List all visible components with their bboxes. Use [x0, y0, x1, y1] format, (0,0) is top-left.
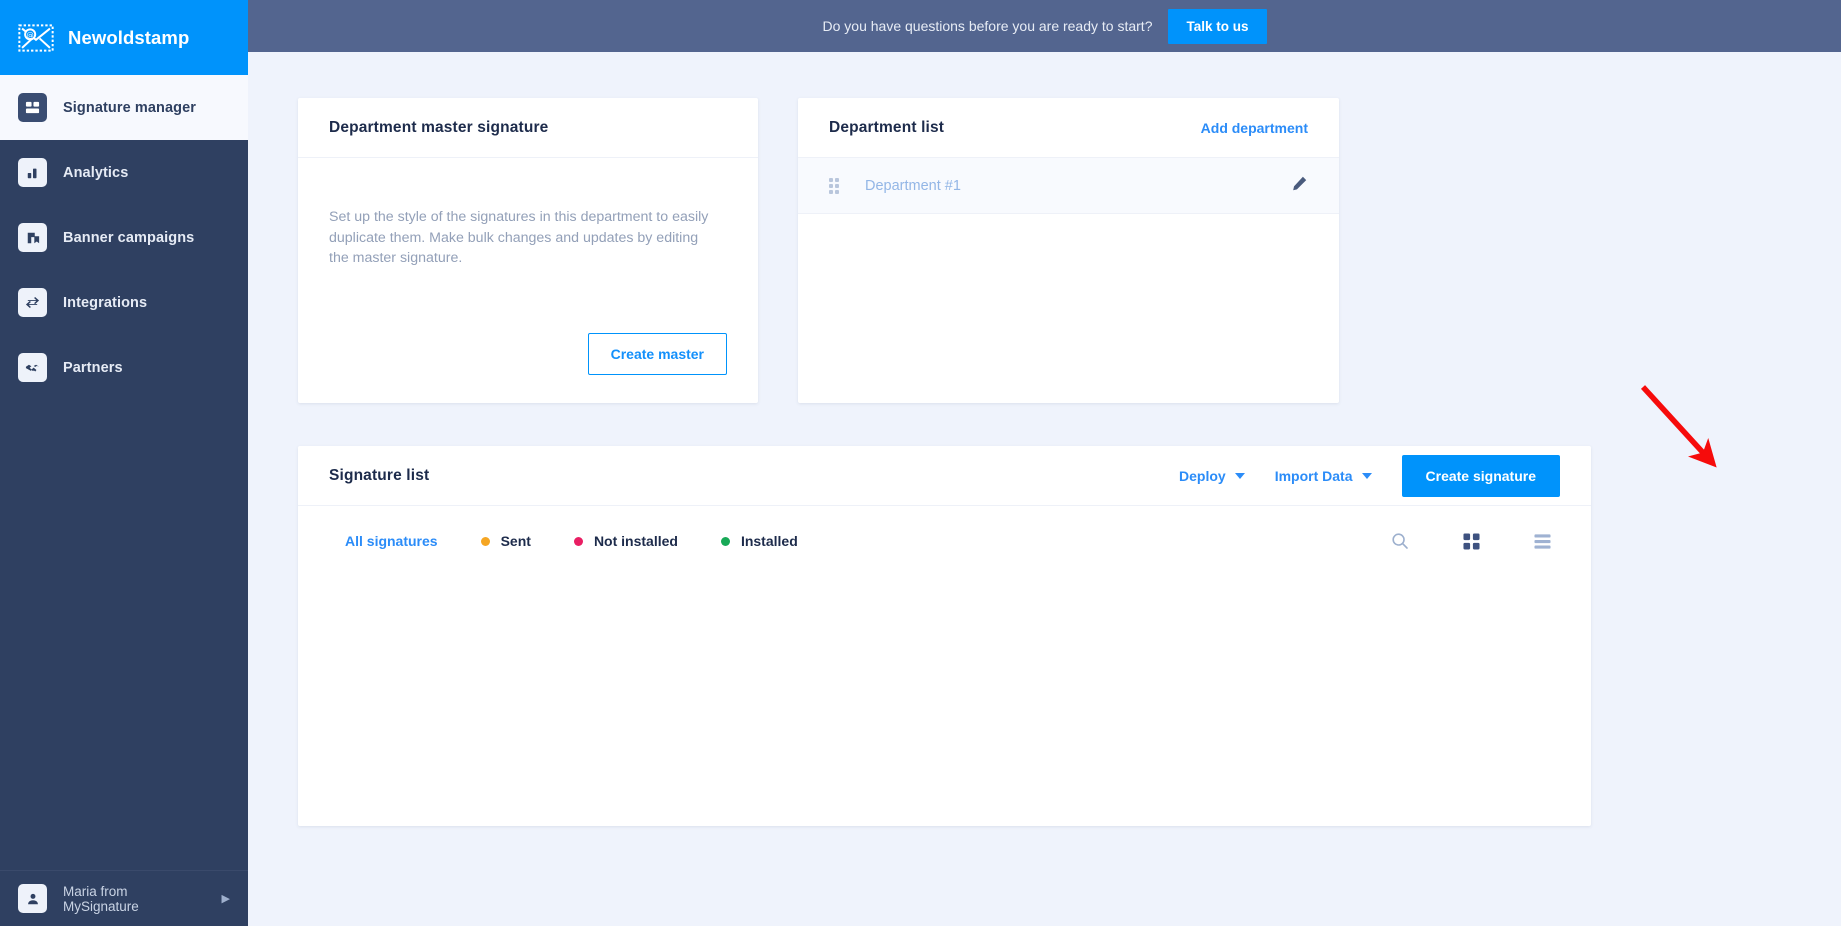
filter-label: Sent — [500, 533, 531, 549]
user-avatar-icon — [18, 884, 47, 913]
filter-not-installed[interactable]: Not installed — [573, 533, 678, 549]
filter-sent[interactable]: Sent — [480, 533, 531, 549]
filter-group: All signatures Sent Not installed Instal… — [345, 533, 798, 549]
department-name[interactable]: Department #1 — [865, 178, 1291, 194]
search-icon[interactable] — [1391, 532, 1409, 550]
svg-text:@: @ — [27, 30, 34, 39]
create-master-button[interactable]: Create master — [587, 333, 727, 375]
app-root: @ Newoldstamp Signature manager Analytic… — [0, 0, 1841, 926]
sidebar-item-label: Partners — [63, 359, 123, 376]
card-header: Department master signature — [298, 98, 758, 158]
filter-all-signatures[interactable]: All signatures — [345, 533, 438, 549]
signature-list-header: Signature list Deploy Import Data Create… — [298, 446, 1591, 506]
filter-label: Installed — [740, 533, 798, 549]
add-department-link[interactable]: Add department — [1201, 120, 1308, 136]
import-data-label: Import Data — [1274, 467, 1353, 484]
create-master-wrap: Create master — [587, 333, 727, 375]
signature-filters-row: All signatures Sent Not installed Instal… — [298, 506, 1591, 576]
main-content: Department master signature Set up the s… — [248, 52, 1841, 926]
chevron-right-icon[interactable]: ▶ — [222, 892, 230, 905]
signature-card-icon — [18, 93, 47, 122]
table-row[interactable]: Department #1 — [798, 158, 1339, 214]
filter-installed[interactable]: Installed — [720, 533, 798, 549]
top-cards-row: Department master signature Set up the s… — [298, 98, 1791, 403]
sidebar-item-integrations[interactable]: Integrations — [0, 270, 248, 335]
sidebar-user-footer[interactable]: Maria from MySignature ▶ — [0, 870, 248, 926]
grid-view-icon[interactable] — [1463, 532, 1480, 550]
signature-list-title: Signature list — [329, 466, 430, 484]
sidebar-user-name: Maria from MySignature — [63, 883, 139, 914]
drag-handle-icon[interactable] — [829, 177, 843, 194]
sidebar-item-label: Analytics — [63, 164, 129, 181]
bar-chart-icon — [18, 158, 47, 187]
sidebar: @ Newoldstamp Signature manager Analytic… — [0, 0, 248, 926]
sidebar-item-banner-campaigns[interactable]: Banner campaigns — [0, 205, 248, 270]
signature-list-card: Signature list Deploy Import Data Create… — [298, 446, 1591, 826]
view-controls — [1391, 532, 1551, 550]
master-description: Set up the style of the signatures in th… — [329, 209, 709, 266]
department-master-signature-card: Department master signature Set up the s… — [298, 98, 758, 403]
signature-list-actions: Deploy Import Data Create signature — [1179, 454, 1560, 497]
chevron-down-icon — [1234, 472, 1245, 479]
sidebar-nav: Signature manager Analytics Banner campa… — [0, 75, 248, 870]
card-header: Department list Add department — [798, 98, 1339, 158]
sidebar-item-analytics[interactable]: Analytics — [0, 140, 248, 205]
create-signature-button[interactable]: Create signature — [1401, 454, 1560, 497]
sidebar-item-label: Integrations — [63, 294, 148, 311]
pencil-icon[interactable] — [1291, 175, 1308, 197]
deploy-dropdown[interactable]: Deploy — [1179, 468, 1245, 484]
department-rows: Department #1 — [798, 158, 1339, 403]
handshake-icon — [18, 353, 47, 382]
status-dot-sent — [480, 536, 490, 546]
banner-bookmark-icon — [18, 223, 47, 252]
status-dot-not-installed — [573, 536, 583, 546]
department-list-title: Department list — [829, 118, 945, 136]
talk-to-us-button[interactable]: Talk to us — [1168, 8, 1267, 44]
brand-name: Newoldstamp — [68, 26, 190, 48]
topbar-message: Do you have questions before you are rea… — [822, 18, 1153, 34]
import-data-dropdown[interactable]: Import Data — [1275, 468, 1372, 484]
sidebar-item-signature-manager[interactable]: Signature manager — [0, 75, 248, 140]
exchange-arrows-icon — [18, 288, 47, 317]
topbar: Do you have questions before you are rea… — [248, 0, 1841, 52]
page-title: Department master signature — [329, 118, 549, 136]
sidebar-item-partners[interactable]: Partners — [0, 335, 248, 400]
deploy-label: Deploy — [1179, 467, 1226, 484]
list-view-icon[interactable] — [1534, 533, 1551, 550]
department-list-card: Department list Add department Departmen… — [798, 98, 1339, 403]
sidebar-item-label: Signature manager — [63, 99, 197, 116]
filter-label: Not installed — [593, 533, 678, 549]
stamp-envelope-icon: @ — [18, 23, 54, 53]
chevron-down-icon — [1361, 472, 1372, 479]
filter-label: All signatures — [345, 533, 438, 549]
brand-header[interactable]: @ Newoldstamp — [0, 0, 248, 75]
signature-list-body — [298, 576, 1591, 826]
sidebar-item-label: Banner campaigns — [63, 229, 195, 246]
card-body: Set up the style of the signatures in th… — [298, 158, 758, 403]
status-dot-installed — [720, 536, 730, 546]
